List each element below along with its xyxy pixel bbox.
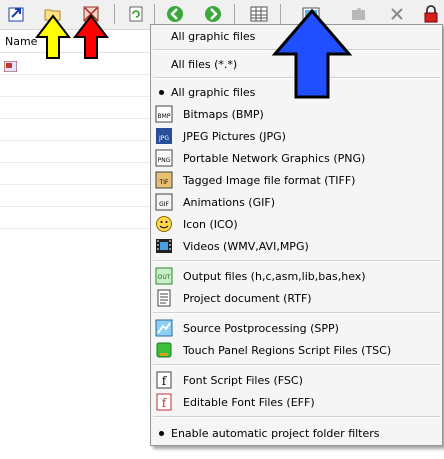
menu-item-editable-font[interactable]: f Editable Font Files (EFF) [151,391,442,413]
row-divider [0,74,150,75]
svg-text:JPG: JPG [158,135,169,142]
menu-item-gif[interactable]: GIF Animations (GIF) [151,191,442,213]
output-file-icon: OUT [155,267,173,285]
table-view-icon[interactable] [250,5,268,23]
export-icon[interactable] [8,5,26,23]
forward-icon[interactable] [204,5,222,23]
document-icon [157,289,171,307]
menu-separator [153,312,440,314]
row-divider [0,140,150,141]
row-divider [0,184,150,185]
menu-item-bmp[interactable]: BMP Bitmaps (BMP) [151,103,442,125]
blue-arrow-annotation [271,8,353,99]
png-icon: PNG [155,149,173,167]
row-divider [0,118,150,119]
toolbar-separator [114,4,115,24]
menu-separator [153,260,440,262]
gif-icon: GIF [155,193,173,211]
row-divider [0,162,150,163]
svg-text:GIF: GIF [159,201,169,208]
menu-separator [153,416,440,418]
refresh-icon[interactable] [127,5,145,23]
menu-item-videos[interactable]: Videos (WMV,AVI,MPG) [151,235,442,257]
tif-icon: TIF [155,171,173,189]
file-list-pane[interactable]: Name [0,30,150,459]
delete-icon[interactable] [388,5,406,23]
yellow-arrow-annotation [34,14,72,59]
selected-bullet-icon [159,431,164,436]
menu-item-touch-panel-regions[interactable]: Touch Panel Regions Script Files (TSC) [151,339,442,361]
lock-icon[interactable] [422,5,440,23]
selected-bullet-icon [159,90,164,95]
svg-text:OUT: OUT [158,274,171,281]
menu-item-project-document[interactable]: Project document (RTF) [151,287,442,309]
svg-text:BMP: BMP [158,113,171,120]
editable-font-icon: f [156,393,172,411]
menu-item-font-script[interactable]: f Font Script Files (FSC) [151,369,442,391]
toolbar-separator [154,4,155,24]
film-icon [156,239,172,253]
jpg-icon: JPG [156,128,172,144]
project-file-icon[interactable] [4,61,17,72]
back-icon[interactable] [166,5,184,23]
toolbar-separator [234,4,235,24]
row-divider [0,96,150,97]
menu-separator [153,364,440,366]
red-arrow-annotation [72,14,110,59]
menu-item-source-postprocessing[interactable]: Source Postprocessing (SPP) [151,317,442,339]
svg-text:PNG: PNG [158,157,171,164]
row-divider [0,228,150,229]
postprocessing-icon [155,319,173,337]
menu-item-enable-auto-filters[interactable]: Enable automatic project folder filters [151,422,442,444]
font-script-icon: f [156,371,172,389]
menu-item-output-files[interactable]: OUT Output files (h,c,asm,lib,bas,hex) [151,265,442,287]
touch-panel-icon [156,342,172,358]
menu-item-tiff[interactable]: TIF Tagged Image file format (TIFF) [151,169,442,191]
svg-text:TIF: TIF [159,179,169,186]
menu-item-ico[interactable]: Icon (ICO) [151,213,442,235]
row-divider [0,206,150,207]
bmp-icon: BMP [155,105,173,123]
smiley-icon [156,216,172,232]
menu-item-png[interactable]: PNG Portable Network Graphics (PNG) [151,147,442,169]
menu-item-jpg[interactable]: JPG JPEG Pictures (JPG) [151,125,442,147]
